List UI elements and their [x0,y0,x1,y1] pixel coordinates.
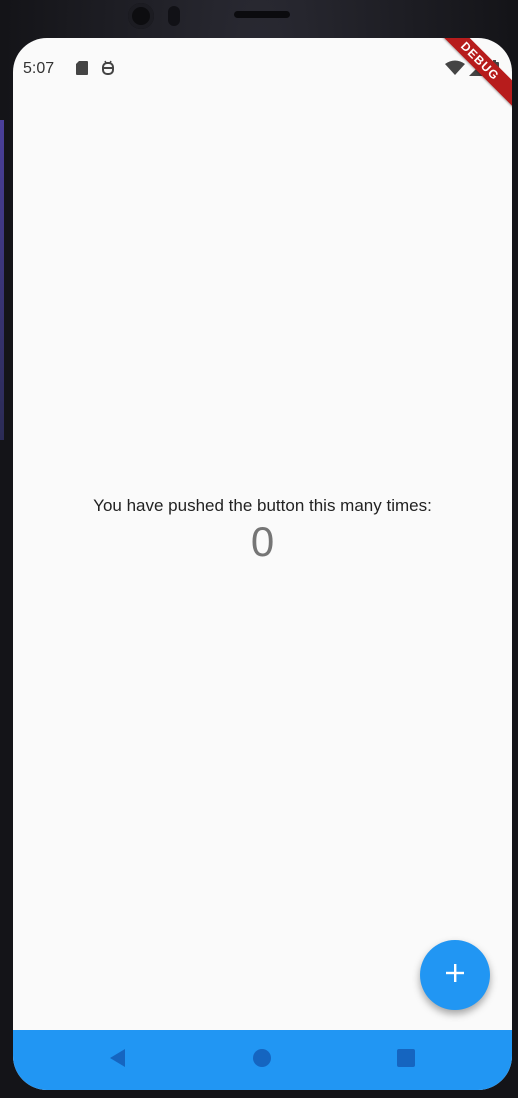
status-bar: 5:07 DEBUG [13,38,512,110]
navigation-bar [13,1030,512,1090]
wifi-icon [445,60,465,80]
counter-message: You have pushed the button this many tim… [93,496,432,515]
phone-frame: 5:07 DEBUG You have pushed the button th… [0,0,518,1098]
increment-button[interactable] [420,940,490,1010]
counter-value: 0 [250,518,275,565]
nav-home-button[interactable] [244,1042,280,1078]
back-icon [107,1048,127,1072]
recents-icon [396,1048,416,1072]
app-screen: 5:07 DEBUG You have pushed the button th… [13,38,512,1090]
counter-section: You have pushed the button this many tim… [13,496,512,566]
android-debug-icon [101,60,115,80]
home-icon [252,1048,272,1072]
proximity-sensor [168,6,180,26]
sd-card-icon [75,60,89,80]
nav-recents-button[interactable] [388,1042,424,1078]
earpiece-speaker [234,11,290,18]
status-time: 5:07 [23,60,55,77]
nav-back-button[interactable] [99,1042,135,1078]
front-camera [128,3,154,29]
plus-icon [444,962,466,988]
